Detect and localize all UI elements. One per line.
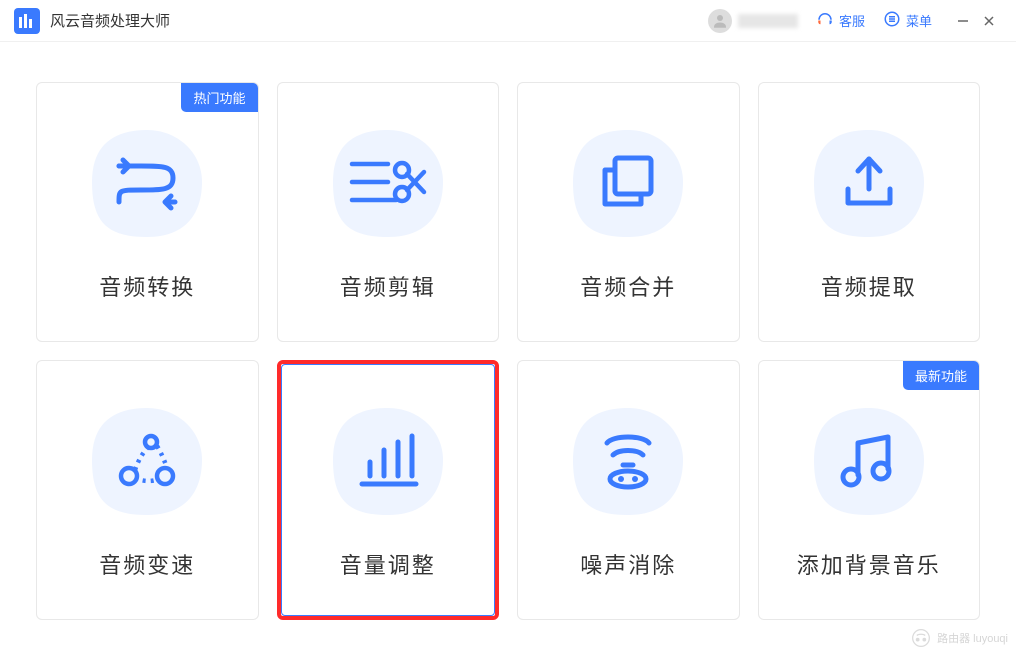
card-audio-cut[interactable]: 音频剪辑 (277, 82, 500, 342)
extract-icon (804, 122, 934, 242)
card-audio-convert[interactable]: 热门功能 音频转换 (36, 82, 259, 342)
card-label: 噪声消除 (580, 548, 676, 580)
menu-button[interactable]: 菜单 (883, 10, 932, 31)
card-volume-adjust-highlight: 音量调整 (277, 360, 500, 620)
support-button[interactable]: 客服 (816, 10, 865, 31)
card-audio-speed[interactable]: 音频变速 (36, 360, 259, 620)
card-label: 音频剪辑 (340, 270, 436, 302)
volume-icon (323, 400, 453, 520)
noise-icon (563, 400, 693, 520)
card-label: 音频变速 (99, 548, 195, 580)
support-label: 客服 (839, 11, 865, 30)
watermark-text: 路由器 luyouqi (937, 630, 1008, 646)
feature-grid: 热门功能 音频转换 音频剪辑 (0, 42, 1016, 640)
menu-icon (883, 10, 901, 31)
hot-badge: 热门功能 (181, 83, 257, 112)
titlebar: 风云音频处理大师 客服 菜单 (0, 0, 1016, 42)
cut-icon (323, 122, 453, 242)
card-label: 添加背景音乐 (797, 548, 941, 580)
headset-icon (816, 10, 834, 31)
new-badge: 最新功能 (903, 361, 979, 390)
card-add-bgm[interactable]: 最新功能 添加背景音乐 (758, 360, 981, 620)
card-volume-adjust[interactable]: 音量调整 (281, 364, 496, 616)
app-logo-icon (14, 8, 40, 34)
menu-label: 菜单 (906, 11, 932, 30)
watermark: 路由器 luyouqi (911, 628, 1008, 648)
convert-icon (82, 122, 212, 242)
card-label: 音频转换 (99, 270, 195, 302)
close-button[interactable] (976, 8, 1002, 34)
card-audio-extract[interactable]: 音频提取 (758, 82, 981, 342)
merge-icon (563, 122, 693, 242)
user-name[interactable] (738, 14, 798, 28)
music-icon (804, 400, 934, 520)
card-label: 音频提取 (821, 270, 917, 302)
card-noise-reduce[interactable]: 噪声消除 (517, 360, 740, 620)
speed-icon (82, 400, 212, 520)
minimize-button[interactable] (950, 8, 976, 34)
app-title: 风云音频处理大师 (50, 10, 170, 31)
card-audio-merge[interactable]: 音频合并 (517, 82, 740, 342)
user-avatar-icon[interactable] (708, 9, 732, 33)
card-label: 音量调整 (340, 548, 436, 580)
card-label: 音频合并 (580, 270, 676, 302)
